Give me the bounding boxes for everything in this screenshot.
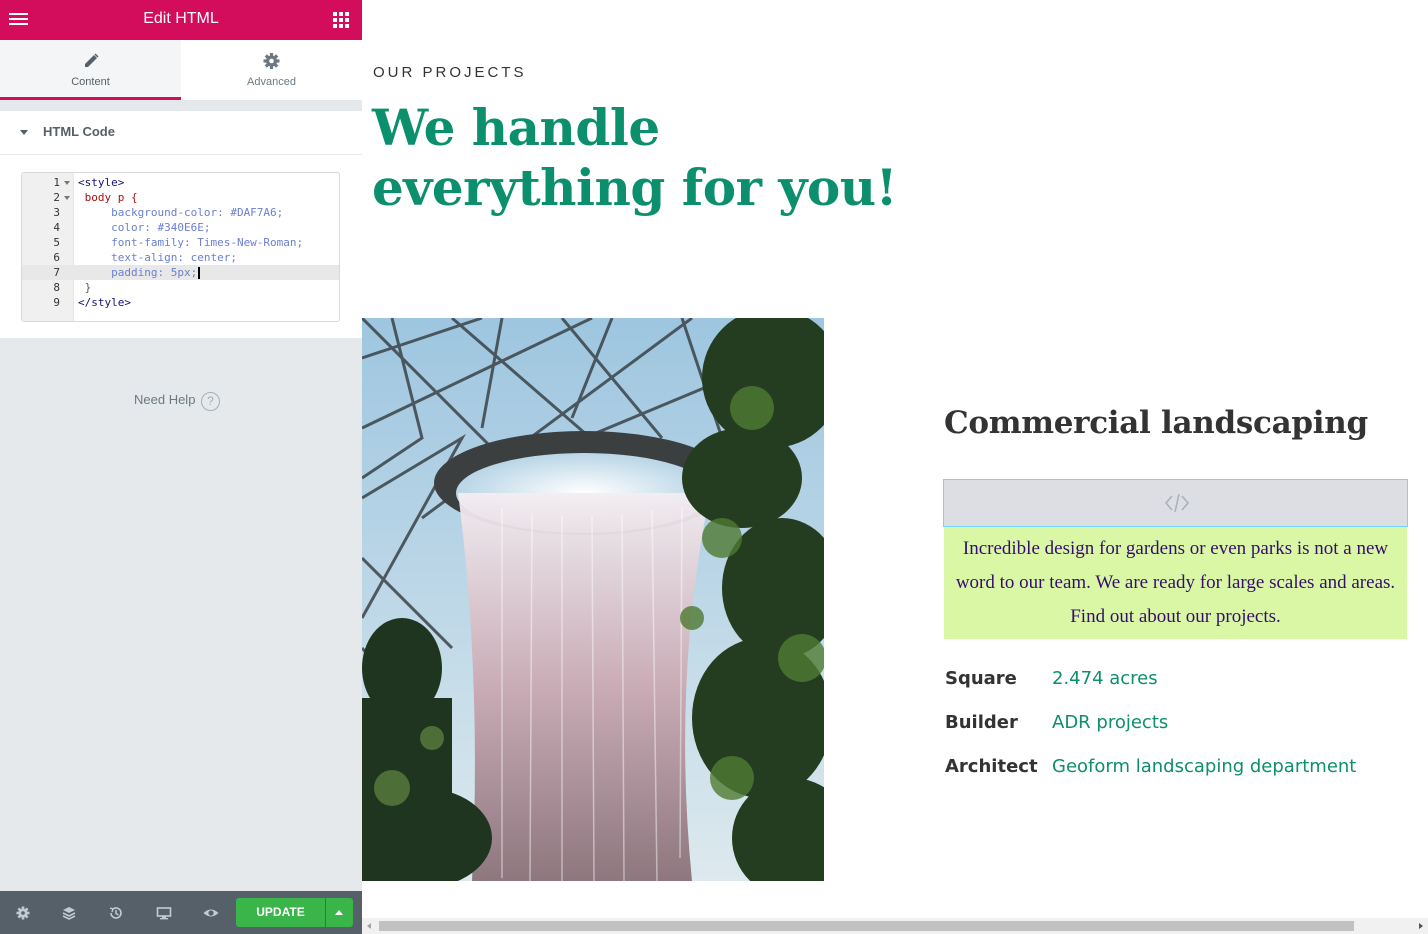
spec-label: Square xyxy=(945,668,1017,689)
fold-arrow-icon[interactable] xyxy=(64,196,70,200)
spec-value: 2.474 acres xyxy=(1052,668,1158,689)
code-text: text-align: center; xyxy=(78,251,237,264)
code-text: padding: 5px; xyxy=(78,265,200,280)
line-number: 4 xyxy=(53,221,60,234)
spec-value: ADR projects xyxy=(1052,712,1169,733)
hero-heading-line1: We handle xyxy=(372,98,660,157)
html-code-section-toggle[interactable]: HTML Code xyxy=(0,111,362,155)
code-line[interactable]: 4 color: #340E6E; xyxy=(22,220,339,235)
project-description: Incredible design for gardens or even pa… xyxy=(944,527,1407,639)
panel-header: Edit HTML xyxy=(0,0,362,40)
html-widget-placeholder[interactable] xyxy=(943,479,1408,527)
spec-label: Architect xyxy=(945,756,1038,777)
code-text: <style> xyxy=(78,176,125,189)
pencil-icon xyxy=(85,53,99,67)
layers-icon[interactable] xyxy=(60,904,78,922)
html-code-editor[interactable]: 1 <style> 2 body p { 3 background-color:… xyxy=(21,172,340,322)
code-line[interactable]: 5 font-family: Times-New-Roman; xyxy=(22,235,339,250)
tab-content[interactable]: Content xyxy=(0,40,181,100)
text-cursor xyxy=(198,267,200,279)
code-line[interactable]: 8 } xyxy=(22,280,339,295)
section-eyebrow: OUR PROJECTS xyxy=(373,64,527,81)
code-line[interactable]: 1 <style> xyxy=(22,175,339,190)
section-title: HTML Code xyxy=(43,124,115,139)
code-text: color: #340E6E; xyxy=(78,221,211,234)
spec-value: Geoform landscaping department xyxy=(1052,756,1357,777)
gear-icon xyxy=(263,53,280,69)
code-text-active: padding: 5px; xyxy=(78,266,198,279)
project-title: Commercial landscaping xyxy=(944,405,1368,441)
line-number: 7 xyxy=(53,266,60,279)
tab-advanced-label: Advanced xyxy=(247,76,296,88)
need-help-link[interactable]: Need Help xyxy=(134,392,195,407)
tab-advanced[interactable]: Advanced xyxy=(181,40,362,100)
hero-heading-line2: everything for you! xyxy=(372,158,898,217)
panel-title: Edit HTML xyxy=(143,10,219,27)
scrollbar-thumb[interactable] xyxy=(379,921,1354,931)
spec-row: Builder ADR projects xyxy=(945,712,1405,742)
tab-content-label: Content xyxy=(71,76,110,88)
code-line[interactable]: 3 background-color: #DAF7A6; xyxy=(22,205,339,220)
code-line-active[interactable]: 7 padding: 5px; xyxy=(22,265,339,280)
spec-label: Builder xyxy=(945,712,1018,733)
code-text: background-color: #DAF7A6; xyxy=(78,206,284,219)
editor-panel: Edit HTML Content Advanced HTML Code 1 <… xyxy=(0,0,362,934)
settings-icon[interactable] xyxy=(14,904,32,922)
scroll-left-arrow-icon[interactable] xyxy=(367,923,371,929)
line-number: 8 xyxy=(53,281,60,294)
preview-icon[interactable] xyxy=(202,904,220,922)
question-circle-icon[interactable]: ? xyxy=(201,392,220,411)
code-text: </style> xyxy=(78,296,131,309)
code-brackets-icon xyxy=(1164,493,1190,513)
spec-row: Square 2.474 acres xyxy=(945,668,1405,698)
hero-heading: We handle everything for you! xyxy=(372,98,972,218)
code-editor-container: 1 <style> 2 body p { 3 background-color:… xyxy=(0,155,362,338)
update-button[interactable]: UPDATE xyxy=(236,898,325,927)
line-number: 9 xyxy=(53,296,60,309)
scroll-right-arrow-icon[interactable] xyxy=(1419,923,1423,929)
panel-tabs: Content Advanced xyxy=(0,40,362,100)
waterfall-dome-image xyxy=(362,318,824,881)
fold-arrow-icon[interactable] xyxy=(64,181,70,185)
line-number: 3 xyxy=(53,206,60,219)
update-options-button[interactable] xyxy=(326,898,353,927)
widgets-grid-icon[interactable] xyxy=(331,10,351,30)
horizontal-scrollbar[interactable] xyxy=(362,918,1428,934)
page-preview: OUR PROJECTS We handle everything for yo… xyxy=(362,0,1428,934)
code-text: } xyxy=(78,281,92,294)
line-number: 1 xyxy=(53,176,60,189)
code-text: font-family: Times-New-Roman; xyxy=(78,236,304,249)
caret-down-icon xyxy=(20,130,28,135)
responsive-icon[interactable] xyxy=(155,904,173,922)
code-text: body p { xyxy=(78,191,138,204)
line-number: 5 xyxy=(53,236,60,249)
spec-row: Architect Geoform landscaping department xyxy=(945,756,1405,786)
code-line[interactable]: 9 </style> xyxy=(22,295,339,310)
line-number: 2 xyxy=(53,191,60,204)
history-icon[interactable] xyxy=(107,904,125,922)
line-number: 6 xyxy=(53,251,60,264)
code-line[interactable]: 6 text-align: center; xyxy=(22,250,339,265)
code-line[interactable]: 2 body p { xyxy=(22,190,339,205)
